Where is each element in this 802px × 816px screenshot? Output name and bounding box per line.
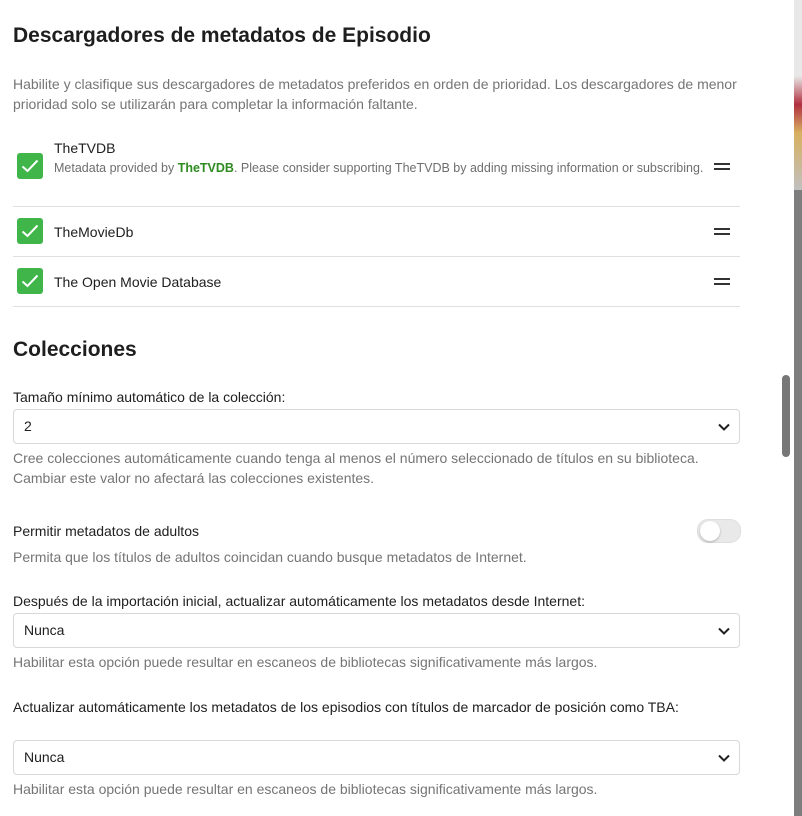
chevron-down-icon xyxy=(718,627,730,635)
scroll-track xyxy=(794,190,802,816)
fetcher-row-themoviedb[interactable]: TheMovieDb xyxy=(13,207,740,257)
chevron-down-icon xyxy=(718,423,730,431)
fetcher-name: TheTVDB xyxy=(54,140,116,156)
refresh-after-import-select[interactable]: Nunca xyxy=(13,613,740,648)
min-collection-size-label: Tamaño mínimo automático de la colección… xyxy=(13,389,286,405)
min-collection-size-select[interactable]: 2 xyxy=(13,409,740,444)
fetcher-name: TheMovieDb xyxy=(54,224,134,240)
thetvdb-link[interactable]: TheTVDB xyxy=(178,161,234,175)
collections-title: Colecciones xyxy=(13,338,137,361)
toggle-knob xyxy=(700,521,720,541)
drag-handle-icon[interactable] xyxy=(714,228,730,236)
fetcher-checkbox[interactable] xyxy=(17,153,43,179)
episode-fetchers-title: Descargadores de metadatos de Episodio xyxy=(13,24,431,47)
fetcher-checkbox[interactable] xyxy=(17,268,43,294)
refresh-placeholder-select[interactable]: Nunca xyxy=(13,740,740,775)
refresh-placeholder-label: Actualizar automáticamente los metadatos… xyxy=(13,699,679,715)
checkmark-icon xyxy=(21,224,39,238)
fetcher-attribution: Metadata provided by TheTVDB. Please con… xyxy=(54,161,704,175)
chevron-down-icon xyxy=(718,754,730,762)
select-value: Nunca xyxy=(24,749,65,765)
refresh-placeholder-help: Habilitar esta opción puede resultar en … xyxy=(13,781,598,797)
checkmark-icon xyxy=(21,274,39,288)
checkmark-icon xyxy=(21,159,39,173)
drag-handle-icon[interactable] xyxy=(714,163,730,171)
fetcher-name: The Open Movie Database xyxy=(54,274,222,290)
side-panel-image xyxy=(794,0,802,190)
adult-metadata-toggle[interactable] xyxy=(697,519,741,543)
scrollbar-thumb[interactable] xyxy=(782,375,790,457)
fetcher-row-omdb[interactable]: The Open Movie Database xyxy=(13,257,740,307)
drag-handle-icon[interactable] xyxy=(714,278,730,286)
fetcher-checkbox[interactable] xyxy=(17,218,43,244)
refresh-after-import-help: Habilitar esta opción puede resultar en … xyxy=(13,654,598,670)
fetcher-row-thetvdb[interactable]: TheTVDB Metadata provided by TheTVDB. Pl… xyxy=(13,130,740,207)
episode-fetchers-description: Habilite y clasifique sus descargadores … xyxy=(13,76,737,112)
select-value: 2 xyxy=(24,418,32,434)
min-collection-size-help: Cree colecciones automáticamente cuando … xyxy=(13,450,699,486)
select-value: Nunca xyxy=(24,622,65,638)
adult-metadata-help: Permita que los títulos de adultos coinc… xyxy=(13,549,527,565)
adult-metadata-label: Permitir metadatos de adultos xyxy=(13,523,199,539)
refresh-after-import-label: Después de la importación inicial, actua… xyxy=(13,593,585,609)
